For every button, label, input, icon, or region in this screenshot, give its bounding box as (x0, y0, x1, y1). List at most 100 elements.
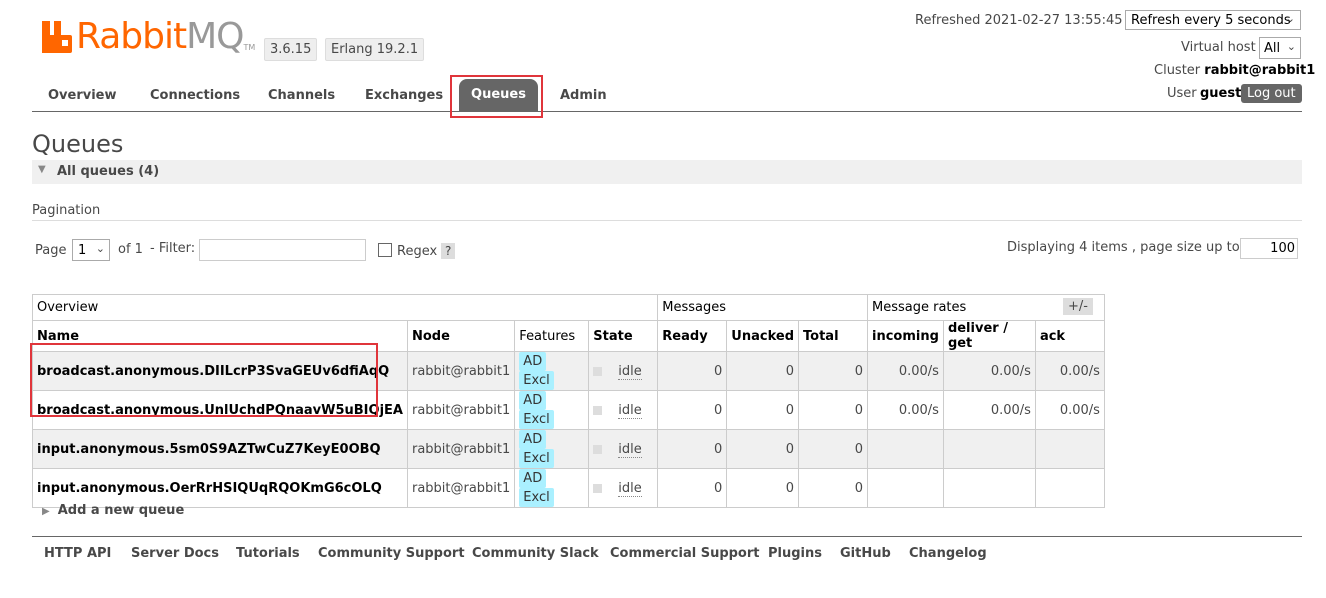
tab-exchanges[interactable]: Exchanges (365, 88, 443, 103)
state-indicator-icon (593, 366, 603, 376)
refreshed-text: Refreshed 2021-02-27 13:55:45 (915, 13, 1123, 28)
group-overview: Overview (31, 294, 659, 321)
add-queue-toggle[interactable]: ▶ Add a new queue (42, 503, 184, 518)
footer-link-http-api[interactable]: HTTP API (44, 546, 111, 561)
col-unacked[interactable]: Unacked (726, 320, 800, 352)
rabbitmq-logo: RabbitMQ TM (42, 18, 255, 56)
queue-state: idle (588, 468, 659, 508)
msg-unacked: 0 (726, 468, 800, 508)
triangle-right-icon: ▶ (42, 506, 50, 517)
page-select-value: 1 (78, 243, 87, 258)
tab-overview[interactable]: Overview (48, 88, 117, 103)
footer: HTTP API Server Docs Tutorials Community… (32, 536, 1302, 577)
tab-admin[interactable]: Admin (560, 88, 607, 103)
queue-node: rabbit@rabbit1 (406, 429, 516, 469)
col-ready[interactable]: Ready (657, 320, 728, 352)
state-indicator-icon (593, 405, 603, 415)
col-deliver-get[interactable]: deliver / get (942, 320, 1036, 352)
chevron-down-icon: ⌄ (1285, 12, 1295, 25)
col-total[interactable]: Total (798, 320, 869, 352)
feature-excl-badge: Excl (519, 488, 554, 507)
highlight-box-queues-tab (450, 75, 543, 118)
feature-ad-badge: AD (519, 430, 547, 449)
rate-ack: 0.00/s (1034, 390, 1105, 430)
rate-incoming (867, 468, 944, 508)
footer-link-community-slack[interactable]: Community Slack (472, 546, 599, 561)
queue-name-link[interactable]: input.anonymous.OerRrHSIQUqRQOKmG6cOLQ (32, 468, 408, 508)
rate-deliver (942, 429, 1036, 469)
regex-label: Regex (397, 244, 438, 259)
page-label: Page (35, 243, 67, 258)
msg-total: 0 (798, 390, 869, 430)
feature-excl-badge: Excl (519, 371, 554, 390)
version-badge: 3.6.15 (264, 38, 318, 61)
queue-node: rabbit@rabbit1 (406, 468, 516, 508)
page-title: Queues (32, 130, 124, 158)
rate-incoming: 0.00/s (867, 390, 944, 430)
state-indicator-icon (593, 483, 603, 493)
page-size-input[interactable] (1240, 238, 1298, 259)
help-icon[interactable]: ? (441, 243, 456, 259)
col-features: Features (514, 320, 590, 352)
col-node[interactable]: Node (406, 320, 516, 352)
col-state[interactable]: State (588, 320, 659, 352)
erlang-badge: Erlang 19.2.1 (325, 38, 425, 61)
queue-features: ADExcl (514, 351, 590, 391)
column-toggle-button[interactable]: +/- (1063, 298, 1093, 315)
vhost-select-value: All (1264, 41, 1281, 56)
footer-link-changelog[interactable]: Changelog (909, 546, 987, 561)
trademark: TM (243, 43, 256, 52)
feature-ad-badge: AD (519, 352, 547, 371)
state-text: idle (618, 402, 642, 419)
filter-input[interactable] (199, 239, 366, 261)
all-queues-section-toggle[interactable]: ▼ All queues (4) (32, 160, 1302, 184)
filter-label: - Filter: (150, 241, 196, 256)
footer-link-community-support[interactable]: Community Support (318, 546, 465, 561)
col-ack[interactable]: ack (1034, 320, 1105, 352)
feature-ad-badge: AD (519, 391, 547, 410)
refresh-select[interactable]: Refresh every 5 seconds ⌄ (1125, 10, 1301, 30)
msg-ready: 0 (657, 429, 728, 469)
page-of: of 1 (118, 242, 143, 257)
msg-unacked: 0 (726, 351, 800, 391)
queue-features: ADExcl (514, 468, 590, 508)
page-select[interactable]: 1 ⌄ (72, 239, 110, 261)
footer-link-github[interactable]: GitHub (840, 546, 891, 561)
footer-link-server-docs[interactable]: Server Docs (131, 546, 219, 561)
rate-ack: 0.00/s (1034, 351, 1105, 391)
footer-link-tutorials[interactable]: Tutorials (236, 546, 300, 561)
divider (32, 220, 1302, 221)
col-incoming[interactable]: incoming (867, 320, 944, 352)
feature-excl-badge: Excl (519, 449, 554, 468)
footer-link-commercial-support[interactable]: Commercial Support (610, 546, 760, 561)
rate-incoming (867, 429, 944, 469)
queue-features: ADExcl (514, 429, 590, 469)
queue-name-link[interactable]: input.anonymous.5sm0S9AZTwCuZ7KeyE0OBQ (32, 429, 408, 469)
triangle-down-icon: ▼ (38, 164, 46, 175)
table-row: input.anonymous.OerRrHSIQUqRQOKmG6cOLQ r… (32, 468, 1105, 508)
rate-deliver: 0.00/s (942, 390, 1036, 430)
main-nav: Overview Connections Channels Exchanges … (32, 76, 1302, 112)
group-messages: Messages (657, 294, 869, 321)
rabbit-logo-icon (42, 21, 72, 53)
queue-state: idle (588, 390, 659, 430)
rate-ack (1034, 429, 1105, 469)
tab-connections[interactable]: Connections (150, 88, 240, 103)
tab-channels[interactable]: Channels (268, 88, 335, 103)
msg-ready: 0 (657, 351, 728, 391)
displaying-text: Displaying 4 items , page size up to: (1007, 240, 1245, 255)
regex-checkbox[interactable] (378, 243, 392, 257)
queue-node: rabbit@rabbit1 (406, 351, 516, 391)
msg-ready: 0 (657, 390, 728, 430)
feature-excl-badge: Excl (519, 410, 554, 429)
logo-text: RabbitMQ (76, 16, 245, 57)
footer-link-plugins[interactable]: Plugins (768, 546, 822, 561)
rate-deliver (942, 468, 1036, 508)
rate-ack (1034, 468, 1105, 508)
msg-total: 0 (798, 429, 869, 469)
vhost-select[interactable]: All ⌄ (1259, 37, 1301, 59)
state-text: idle (618, 441, 642, 458)
rate-incoming: 0.00/s (867, 351, 944, 391)
msg-unacked: 0 (726, 429, 800, 469)
msg-unacked: 0 (726, 390, 800, 430)
